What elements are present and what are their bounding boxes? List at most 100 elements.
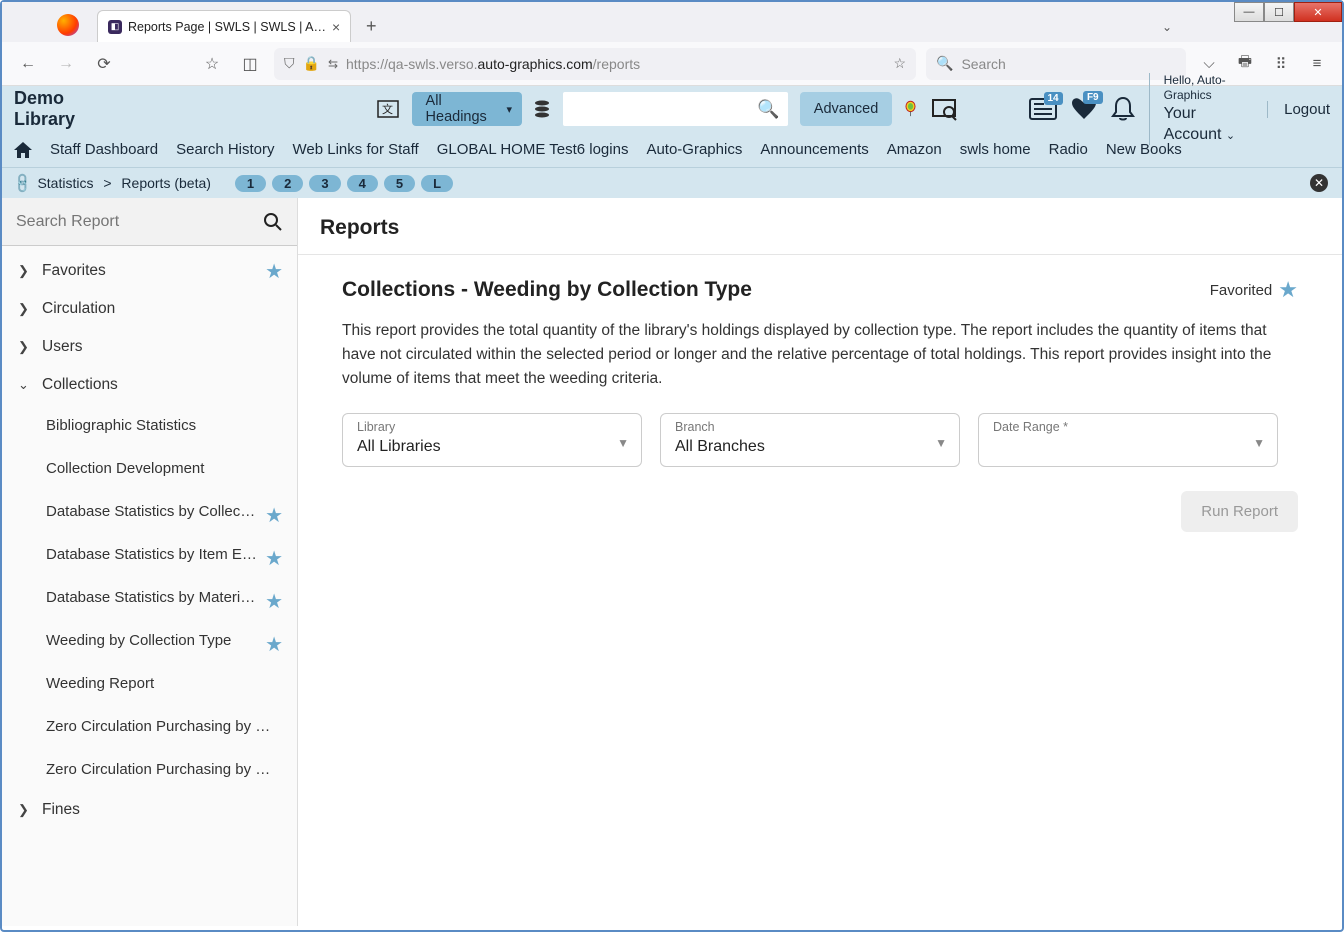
star-icon: ★: [1278, 277, 1298, 303]
star-icon[interactable]: ★: [265, 632, 283, 657]
nav-announcements[interactable]: Announcements: [760, 141, 868, 158]
filter-label: Date Range *: [993, 420, 1263, 434]
tabs-dropdown-icon[interactable]: ⌄: [1162, 20, 1172, 34]
sidebar-subitem-label: Collection Development: [46, 460, 204, 477]
nav-web-links[interactable]: Web Links for Staff: [293, 141, 419, 158]
hello-text: Hello, Auto-Graphics: [1164, 73, 1243, 104]
page-pill-1[interactable]: 1: [235, 175, 266, 192]
favorited-badge[interactable]: Favorited ★: [1210, 277, 1298, 303]
news-icon-wrap[interactable]: 14: [1029, 98, 1057, 120]
permissions-icon: ⇆: [328, 57, 338, 71]
search-report-wrap: [2, 198, 297, 246]
sidebar-subitem-weeding-type[interactable]: Weeding by Collection Type ★: [2, 619, 297, 662]
window-close[interactable]: ✕: [1294, 2, 1342, 22]
reload-button[interactable]: ⟳: [90, 50, 118, 78]
database-icon[interactable]: [534, 99, 551, 119]
forward-button[interactable]: →: [52, 50, 80, 78]
report-title-row: Collections - Weeding by Collection Type…: [342, 277, 1298, 303]
sidebar-item-users[interactable]: ❯ Users: [2, 328, 297, 366]
nav-staff-dashboard[interactable]: Staff Dashboard: [50, 141, 158, 158]
advanced-search-button[interactable]: Advanced: [800, 92, 893, 126]
tab-close-icon[interactable]: ×: [332, 19, 340, 35]
balloon-icon[interactable]: [904, 97, 917, 121]
star-icon[interactable]: ★: [265, 589, 283, 614]
header-icons: 14 F9 Hello, Auto-Graphics Your Account …: [904, 73, 1330, 146]
category-list: ❯ Favorites ★ ❯ Circulation ❯ Users ⌄ Co…: [2, 246, 297, 926]
search-report-input[interactable]: [16, 213, 255, 231]
home-icon[interactable]: [14, 142, 32, 158]
page-pill-5[interactable]: 5: [384, 175, 415, 192]
favorites-badge: F9: [1083, 91, 1103, 104]
star-icon[interactable]: ★: [265, 259, 283, 284]
sidebar-subitem-label: Bibliographic Statistics: [46, 417, 196, 434]
page-pill-4[interactable]: 4: [347, 175, 378, 192]
chevron-right-icon: ❯: [18, 802, 30, 818]
chevron-down-icon: ⌄: [18, 377, 30, 393]
address-bar[interactable]: ⛉ 🔒 ⇆ https://qa-swls.verso.auto-graphic…: [274, 48, 916, 80]
sidebar-subitem-db-item-except[interactable]: Database Statistics by Item Except…★: [2, 533, 297, 576]
bookmark-page-icon[interactable]: ☆: [893, 55, 906, 72]
close-panel-icon[interactable]: ✕: [1310, 174, 1328, 192]
new-tab-button[interactable]: +: [357, 12, 385, 40]
crumb-statistics[interactable]: Statistics: [37, 175, 93, 191]
page-pill-3[interactable]: 3: [309, 175, 340, 192]
notifications-icon[interactable]: [1111, 96, 1135, 122]
sidebar-item-label: Collections: [42, 376, 118, 394]
nav-auto-graphics[interactable]: Auto-Graphics: [646, 141, 742, 158]
search-icon[interactable]: 🔍: [757, 99, 779, 120]
sidebar-item-circulation[interactable]: ❯ Circulation: [2, 290, 297, 328]
site-favicon-icon: ◧: [108, 20, 122, 34]
star-icon[interactable]: ★: [265, 503, 283, 528]
headings-dropdown[interactable]: All Headings: [412, 92, 522, 126]
sidebar-item-fines[interactable]: ❯ Fines: [2, 791, 297, 829]
sidebar-subitem-label: Zero Circulation Purchasing by Collect…: [46, 718, 297, 735]
window-controls: — ☐ ✕: [1234, 2, 1342, 22]
star-icon[interactable]: ★: [265, 546, 283, 571]
window-maximize[interactable]: ☐: [1264, 2, 1294, 22]
account-menu[interactable]: Hello, Auto-Graphics Your Account ⌄: [1149, 73, 1243, 146]
sidebar-subitem-collection-dev[interactable]: Collection Development: [2, 447, 297, 490]
crumb-reports[interactable]: Reports (beta): [121, 175, 210, 191]
page-pill-last[interactable]: L: [421, 175, 453, 192]
chevron-right-icon: ❯: [18, 301, 30, 317]
sidebar-subitem-label: Weeding Report: [46, 675, 154, 692]
container-icon[interactable]: ◫: [236, 50, 264, 78]
language-icon[interactable]: 文: [376, 96, 400, 122]
breadcrumb-row: 🔗 Statistics > Reports (beta) 1 2 3 4 5 …: [2, 168, 1342, 198]
sidebar-subitem-label: Weeding by Collection Type: [46, 632, 231, 649]
sidebar-subitem-zero-circ-material[interactable]: Zero Circulation Purchasing by Materi…: [2, 748, 297, 791]
headings-dropdown-label: All Headings: [426, 93, 494, 125]
sidebar-subitem-bibliographic[interactable]: Bibliographic Statistics: [2, 404, 297, 447]
inspect-icon[interactable]: [931, 96, 957, 122]
nav-global-home[interactable]: GLOBAL HOME Test6 logins: [437, 141, 629, 158]
sidebar-subitem-zero-circ-collect[interactable]: Zero Circulation Purchasing by Collect…: [2, 705, 297, 748]
filter-branch[interactable]: Branch All Branches ▼: [660, 413, 960, 467]
advanced-label: Advanced: [814, 101, 879, 117]
window-minimize[interactable]: —: [1234, 2, 1264, 22]
sidebar-subitem-db-collection[interactable]: Database Statistics by Collection …★: [2, 490, 297, 533]
sidebar-subitem-label: Zero Circulation Purchasing by Materi…: [46, 761, 297, 778]
catalog-search-input[interactable]: [563, 92, 788, 126]
bookmark-star-icon[interactable]: ☆: [198, 50, 226, 78]
sidebar-item-collections[interactable]: ⌄ Collections: [2, 366, 297, 404]
logout-link[interactable]: Logout: [1267, 101, 1330, 118]
filter-library[interactable]: Library All Libraries ▼: [342, 413, 642, 467]
page-title: Reports: [320, 216, 1320, 240]
dropdown-icon: ▼: [1253, 436, 1265, 450]
favorites-icon-wrap[interactable]: F9: [1071, 97, 1097, 121]
sidebar-item-favorites[interactable]: ❯ Favorites ★: [2, 252, 297, 290]
browser-tab[interactable]: ◧ Reports Page | SWLS | SWLS | A… ×: [97, 10, 351, 42]
back-button[interactable]: ←: [14, 50, 42, 78]
run-report-button[interactable]: Run Report: [1181, 491, 1298, 532]
sidebar-subitem-weeding-report[interactable]: Weeding Report: [2, 662, 297, 705]
sidebar-subitem-db-material[interactable]: Database Statistics by Material Ty…★: [2, 576, 297, 619]
link-icon: 🔗: [11, 171, 35, 195]
nav-search-history[interactable]: Search History: [176, 141, 274, 158]
sidebar-subitem-label: Database Statistics by Item Except…: [46, 546, 293, 563]
page-pill-2[interactable]: 2: [272, 175, 303, 192]
sidebar-subitem-label: Database Statistics by Collection …: [46, 503, 284, 520]
filter-date-range[interactable]: Date Range * ▼: [978, 413, 1278, 467]
filter-label: Library: [357, 420, 627, 434]
content-header: Reports: [298, 198, 1342, 255]
search-icon[interactable]: [263, 212, 283, 232]
